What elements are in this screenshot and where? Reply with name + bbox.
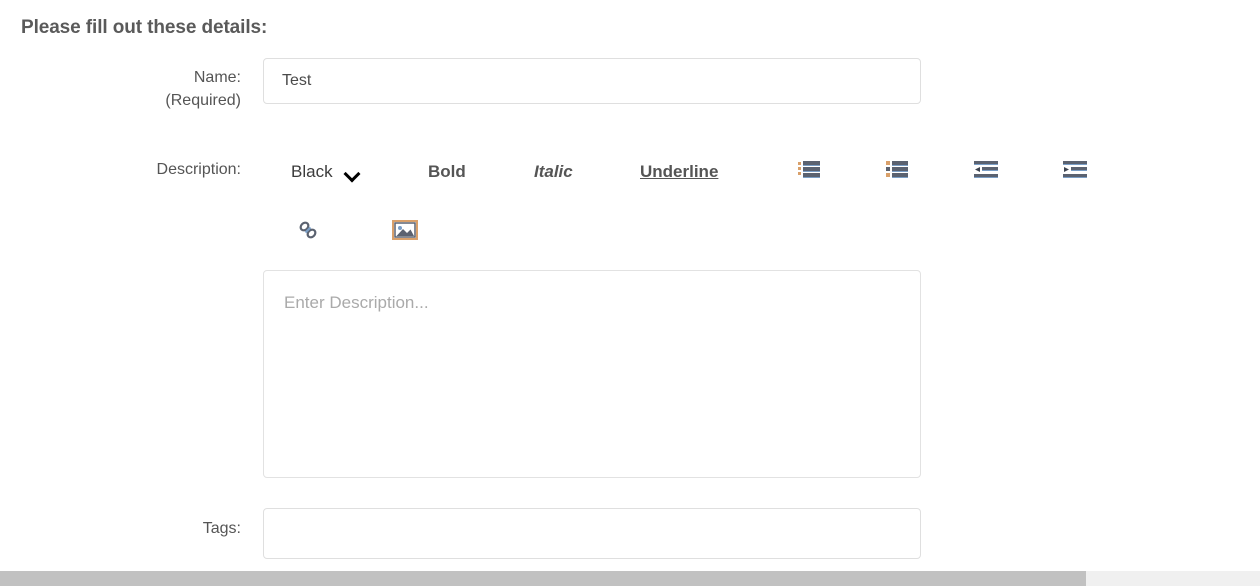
form-page: Please fill out these details: Name: (Re… — [0, 0, 1260, 571]
page-title: Please fill out these details: — [21, 17, 268, 38]
name-field-label: Name: (Required) — [21, 66, 241, 112]
image-picture-icon — [392, 218, 418, 247]
text-color-select[interactable]: Black — [291, 152, 401, 192]
horizontal-scrollbar[interactable] — [0, 571, 1260, 586]
outdent-icon — [974, 160, 998, 184]
indent-icon — [1063, 160, 1087, 184]
numbered-list-icon — [886, 160, 908, 184]
editor-toolbar-row-2 — [263, 212, 663, 252]
bold-button[interactable]: Bold — [428, 152, 466, 192]
name-label-text: Name: — [193, 69, 241, 86]
bullet-list-button[interactable] — [794, 152, 824, 192]
indent-button[interactable] — [1060, 152, 1090, 192]
tags-input[interactable] — [263, 508, 921, 559]
outdent-button[interactable] — [971, 152, 1001, 192]
horizontal-scrollbar-thumb[interactable] — [0, 571, 1086, 586]
description-textarea[interactable] — [263, 270, 921, 478]
description-field-label: Description: — [156, 161, 241, 178]
chevron-down-icon — [345, 168, 359, 177]
bullet-list-icon — [798, 160, 820, 184]
underline-button[interactable]: Underline — [640, 152, 718, 192]
name-input[interactable] — [263, 58, 921, 104]
name-required-note: (Required) — [165, 92, 241, 109]
insert-link-button[interactable] — [293, 212, 323, 252]
italic-button[interactable]: Italic — [534, 152, 573, 192]
insert-image-button[interactable] — [390, 212, 420, 252]
editor-toolbar-row-1: Black Bold Italic Underline — [263, 152, 1093, 192]
tags-field-label: Tags: — [202, 520, 241, 537]
text-color-select-value: Black — [291, 162, 333, 181]
numbered-list-button[interactable] — [882, 152, 912, 192]
link-chain-icon — [296, 218, 320, 247]
